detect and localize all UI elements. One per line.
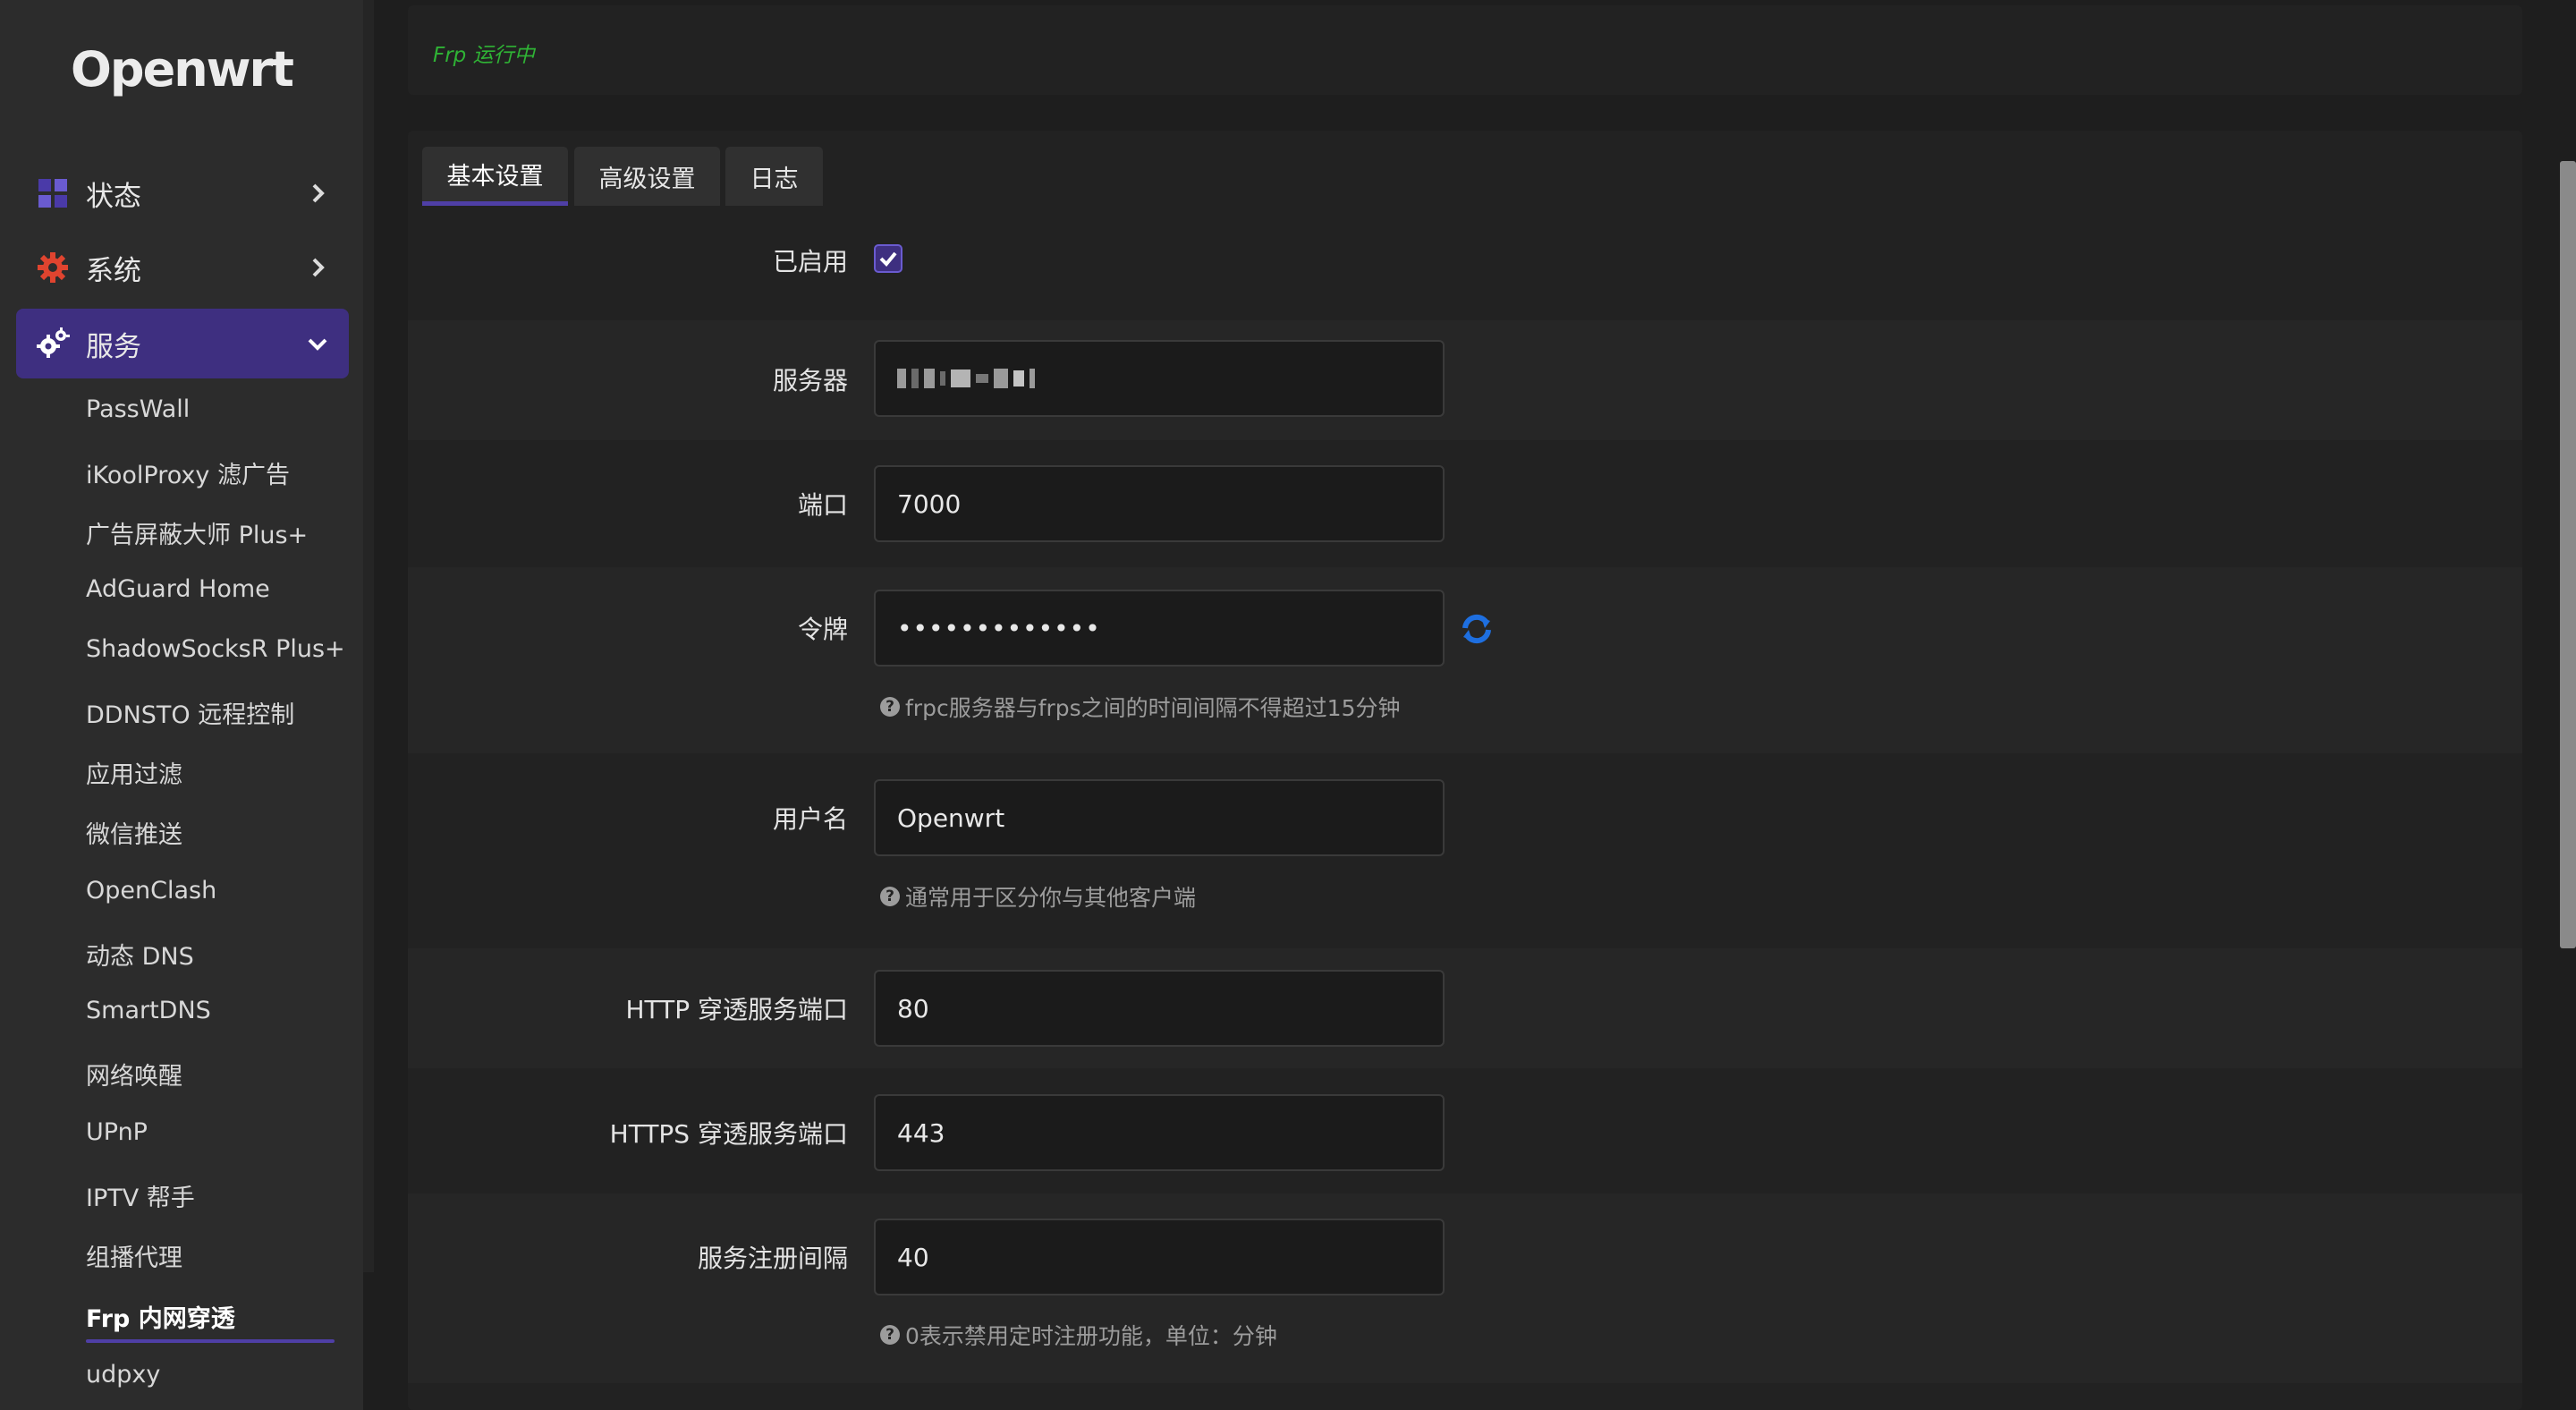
register-interval-help: ? 0表示禁用定时注册功能，单位：分钟	[880, 1319, 1277, 1351]
tab-advanced-settings[interactable]: 高级设置	[574, 147, 720, 206]
sidebar-item-smartdns[interactable]: SmartDNS	[86, 997, 211, 1024]
register-interval-help-text: 0表示禁用定时注册功能，单位：分钟	[905, 1323, 1277, 1349]
chevron-down-icon	[308, 338, 327, 351]
server-input[interactable]	[874, 340, 1445, 417]
sidebar-item-app-filter[interactable]: 应用过滤	[86, 755, 182, 790]
http-port-input[interactable]: 80	[874, 970, 1445, 1047]
active-item-underline	[86, 1339, 335, 1343]
nav-label: 服务	[86, 330, 141, 363]
token-help: ? frpc服务器与frps之间的时间间隔不得超过15分钟	[880, 691, 1400, 723]
enabled-checkbox[interactable]	[874, 244, 902, 273]
sidebar-item-upnp[interactable]: UPnP	[86, 1118, 148, 1146]
enabled-label: 已启用	[772, 247, 848, 276]
form-row-token	[408, 567, 2522, 753]
form-row-server	[408, 320, 2522, 440]
token-help-text: frpc服务器与frps之间的时间间隔不得超过15分钟	[905, 695, 1401, 721]
sidebar-item-wake-on-lan[interactable]: 网络唤醒	[86, 1057, 182, 1091]
tab-basic-settings[interactable]: 基本设置	[422, 147, 568, 206]
chevron-right-icon	[312, 183, 325, 203]
check-icon	[879, 251, 897, 267]
sidebar-scrolltrack[interactable]	[363, 0, 374, 1272]
gear-icon	[36, 251, 70, 285]
username-help: ? 通常用于区分你与其他客户端	[880, 880, 1196, 913]
form-row-enabled	[408, 211, 2522, 320]
sidebar-item-openclash[interactable]: OpenClash	[86, 877, 216, 905]
sidebar-item-ddnsto[interactable]: DDNSTO 远程控制	[86, 695, 294, 730]
refresh-token-icon[interactable]	[1460, 614, 1494, 644]
brand-logo[interactable]: Openwrt	[0, 41, 363, 98]
main-scrollbar[interactable]	[2560, 161, 2576, 948]
services-gear-icon	[36, 327, 70, 361]
sidebar-item-ddns[interactable]: 动态 DNS	[86, 937, 194, 972]
form-row-username	[408, 753, 2522, 948]
status-text: Frp 运行中	[433, 44, 535, 67]
register-interval-input[interactable]: 40	[874, 1219, 1445, 1295]
sidebar: Openwrt 状态 系统 服务 PassWall iKoolProxy 滤广告…	[0, 0, 363, 1410]
token-label: 令牌	[797, 615, 848, 644]
https-port-label: HTTPS 穿透服务端口	[609, 1119, 848, 1149]
nav-item-status[interactable]: 状态	[16, 158, 349, 228]
question-icon: ?	[880, 887, 900, 906]
server-label: 服务器	[772, 366, 848, 395]
question-icon: ?	[880, 697, 900, 717]
sidebar-item-multicast-proxy[interactable]: 组播代理	[86, 1238, 182, 1273]
form-row-register-interval	[408, 1193, 2522, 1383]
sidebar-item-ikoolproxy[interactable]: iKoolProxy 滤广告	[86, 455, 290, 490]
sidebar-item-shadowsocksr[interactable]: ShadowSocksR Plus+	[86, 635, 345, 663]
username-input[interactable]: Openwrt	[874, 779, 1445, 856]
status-card	[408, 5, 2522, 95]
tab-log[interactable]: 日志	[725, 147, 823, 206]
form-row-port	[408, 440, 2522, 567]
sidebar-item-udpxy[interactable]: udpxy	[86, 1361, 160, 1389]
register-interval-label: 服务注册间隔	[697, 1244, 848, 1273]
username-label: 用户名	[772, 804, 848, 834]
sidebar-item-wechat-push[interactable]: 微信推送	[86, 815, 182, 850]
sidebar-item-adblock-plus[interactable]: 广告屏蔽大师 Plus+	[86, 515, 308, 550]
chevron-right-icon	[312, 258, 325, 277]
sidebar-item-adguard-home[interactable]: AdGuard Home	[86, 575, 270, 603]
dashboard-icon	[36, 176, 70, 210]
token-input[interactable]: •••••••••••••	[874, 590, 1445, 667]
nav-item-services[interactable]: 服务	[16, 309, 349, 378]
sidebar-item-iptv-helper[interactable]: IPTV 帮手	[86, 1178, 195, 1213]
port-input[interactable]: 7000	[874, 465, 1445, 542]
username-help-text: 通常用于区分你与其他客户端	[905, 885, 1197, 911]
sidebar-item-frp[interactable]: Frp 内网穿透	[86, 1299, 235, 1334]
sidebar-item-passwall[interactable]: PassWall	[86, 395, 190, 423]
question-icon: ?	[880, 1325, 900, 1345]
redacted-server-value	[897, 369, 1035, 388]
nav-label: 状态	[86, 180, 141, 213]
nav-item-system[interactable]: 系统	[16, 233, 349, 302]
http-port-label: HTTP 穿透服务端口	[625, 995, 848, 1024]
https-port-input[interactable]: 443	[874, 1094, 1445, 1171]
nav-label: 系统	[86, 254, 141, 287]
port-label: 端口	[797, 490, 848, 520]
